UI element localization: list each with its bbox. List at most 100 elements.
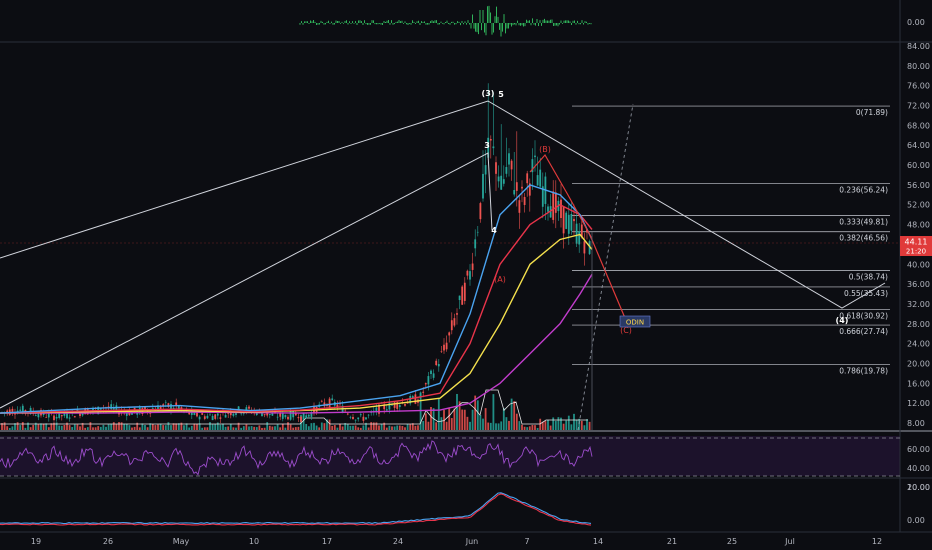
volume-bar [588,421,591,430]
candle-body [398,405,401,408]
volume-bar [456,393,458,430]
volume-bar [240,427,243,430]
volume-bar [435,422,438,430]
volume-bar [19,425,22,430]
wave-label: 3 [484,141,490,150]
volume-bar [497,423,500,430]
price-tick-label: 80.00 [907,62,930,71]
wave-label: 4 [491,226,497,235]
candle-body [300,416,302,422]
candle-body [344,410,347,412]
volume-bar [370,422,373,430]
candle-body [393,402,396,408]
candle-body [497,176,500,182]
volume-bar [209,422,211,430]
volume-bar [55,422,58,430]
volume-bar [164,425,167,430]
volume-bar [89,422,92,430]
volume-bar [534,425,536,430]
volume-bar [388,425,391,430]
volume-bar [250,426,253,430]
rsi-tick: 40.00 [907,464,930,473]
volume-bar [396,425,399,430]
volume-bar [276,424,279,430]
wave-label: (A) [494,275,506,284]
volume-bar [125,423,128,430]
time-tick-label: 25 [727,537,737,546]
volume-bar [359,427,362,430]
volume-bar [188,427,191,430]
candle-body [320,400,323,402]
volume-bar [554,420,557,430]
volume-bar [424,413,427,430]
volume-bar [307,426,310,430]
volume-bar [235,427,237,430]
volume-bar [404,427,406,430]
candle-body [287,416,289,420]
candle-body [281,413,284,419]
candle-body [203,416,206,419]
time-tick-label: 19 [31,537,41,546]
candle-body [536,175,539,186]
volume-bar [450,418,453,430]
candle-body [437,363,440,367]
time-tick-label: May [173,537,190,546]
volume-bar [73,424,76,430]
wave-label: (B) [539,145,551,154]
candle-body [513,190,516,195]
volume-bar [203,427,206,430]
volume-bar [68,425,71,430]
volume-bar [315,425,318,430]
volume-bar [245,424,248,430]
candle-body [445,342,448,350]
candle-body [235,413,237,415]
candle-body [385,409,388,411]
volume-bar [331,425,334,430]
volume-bar [60,425,63,430]
volume-bar [362,425,365,430]
candle-body [352,417,354,420]
price-tick-label: 72.00 [907,102,930,111]
candle-body [430,370,432,375]
candle-body [567,214,570,234]
candle-body [515,182,518,191]
volume-bar [357,427,360,430]
volume-bar [375,422,378,430]
candle-body [45,417,48,418]
chart-svg[interactable]: 0(71.89) 0.236(56.24) 0.333(49.81) 0.382(46… [0,0,932,550]
candle-body [73,416,76,418]
price-tick-label: 40.00 [907,260,930,269]
candle-body [547,206,549,212]
candle-body [307,414,310,417]
candle-body [562,206,565,234]
volume-bar [445,421,448,430]
candle-body [211,415,214,421]
volume-bar [380,424,383,430]
volume-bar [313,422,315,430]
volume-bar [318,427,321,430]
candle-body [458,295,461,301]
volume-bar [138,427,141,430]
volume-bar [401,426,404,430]
volume-bar [268,425,271,430]
candle-body [471,263,474,270]
volume-bar [513,401,516,430]
volume-bar [105,426,107,430]
volume-bar [575,419,578,430]
candle-body [268,414,271,415]
price-tick-label: 24.00 [907,340,930,349]
volume-bar [131,427,133,430]
candle-body [292,411,295,418]
volume-bar [63,424,66,430]
volume-bar [557,417,560,430]
candle-body [539,169,542,187]
candle-body [261,413,263,417]
volume-bar [3,422,6,430]
volume-bar [8,427,11,430]
volume-bar [79,426,81,430]
volume-bar [289,424,292,430]
wave-label: 5 [498,90,504,99]
last-price-value: 44.11 [905,238,928,247]
volume-bar [261,427,263,430]
volume-bar [97,426,100,430]
